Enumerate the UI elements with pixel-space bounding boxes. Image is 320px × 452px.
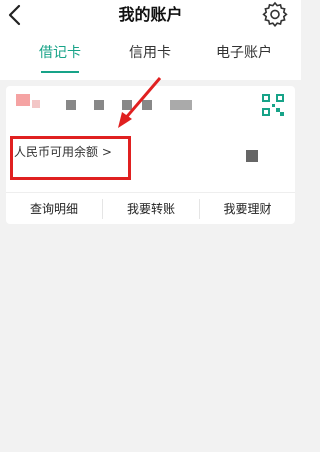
highlight-box bbox=[10, 136, 131, 180]
query-details-button[interactable]: 查询明细 bbox=[6, 193, 102, 225]
tab-credit-card[interactable]: 信用卡 bbox=[118, 36, 182, 74]
card-number-masked bbox=[66, 100, 76, 110]
top-bar: 我的账户 借记卡 信用卡 电子账户 bbox=[0, 0, 301, 80]
card-logo-masked-part bbox=[32, 100, 40, 108]
balance-value-masked bbox=[246, 150, 258, 162]
card-number-masked bbox=[142, 100, 152, 110]
card-logo-masked bbox=[16, 94, 30, 106]
card-number-masked bbox=[122, 100, 132, 110]
card-actions: 查询明细 我要转账 我要理财 bbox=[6, 192, 295, 224]
tab-e-account[interactable]: 电子账户 bbox=[200, 36, 288, 74]
account-tabs: 借记卡 信用卡 电子账户 bbox=[0, 36, 301, 74]
card-number-masked bbox=[170, 100, 192, 110]
settings-button[interactable] bbox=[262, 1, 288, 28]
wealth-management-button[interactable]: 我要理财 bbox=[200, 193, 295, 225]
qr-code-button[interactable] bbox=[262, 94, 284, 116]
card-number-masked bbox=[94, 100, 104, 110]
debit-card-panel: 人民币可用余额 > 查询明细 我要转账 我要理财 bbox=[6, 86, 295, 224]
tab-debit-card[interactable]: 借记卡 bbox=[28, 36, 92, 74]
qr-code-icon bbox=[262, 94, 284, 116]
page-title: 我的账户 bbox=[118, 5, 183, 24]
gear-icon bbox=[262, 1, 288, 28]
active-tab-indicator bbox=[41, 71, 79, 73]
transfer-button[interactable]: 我要转账 bbox=[103, 193, 199, 225]
